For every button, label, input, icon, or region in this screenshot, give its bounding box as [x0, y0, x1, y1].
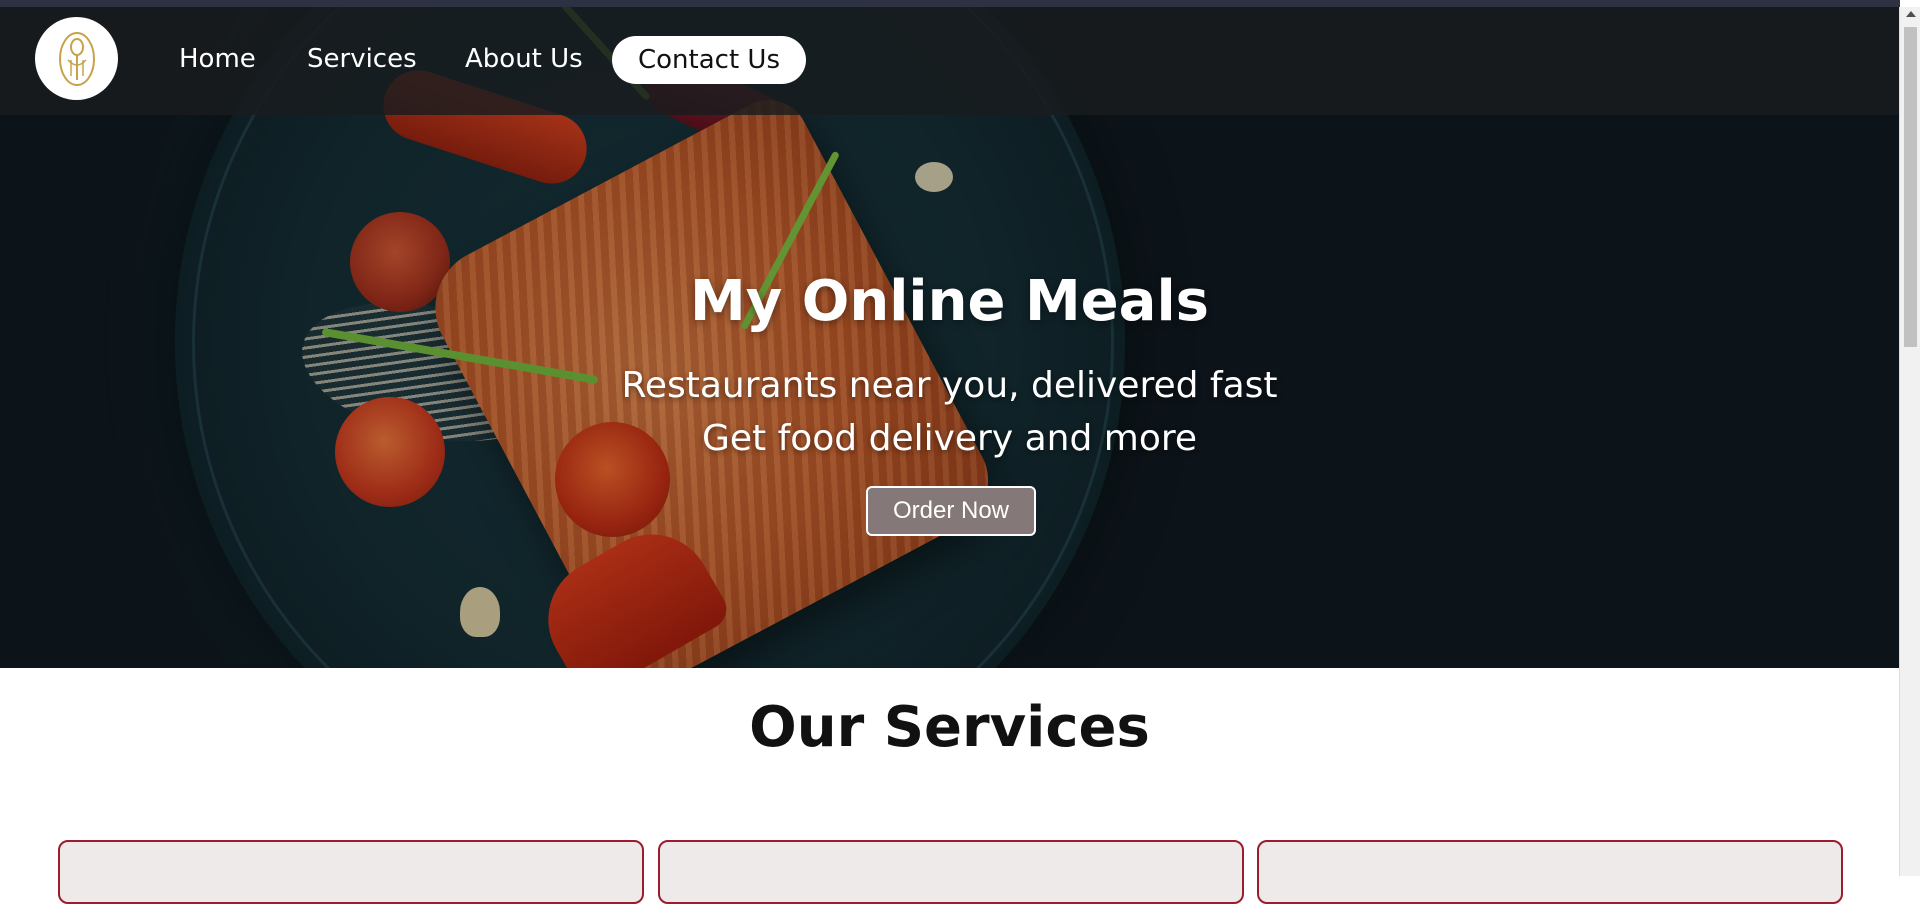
window-top-strip — [0, 0, 1900, 7]
vertical-scrollbar[interactable] — [1899, 7, 1920, 876]
nav-services[interactable]: Services — [307, 39, 417, 79]
hero-title: My Online Meals — [690, 269, 1209, 334]
hero-subtitle: Get food delivery and more — [701, 418, 1198, 459]
service-card[interactable] — [1257, 840, 1843, 904]
nav-about-us[interactable]: About Us — [465, 39, 583, 79]
nav-contact-us-button[interactable]: Contact Us — [612, 36, 806, 84]
hero-subtitle: Restaurants near you, delivered fast — [621, 365, 1278, 406]
scroll-up-arrow-icon[interactable] — [1906, 11, 1916, 17]
scrollbar-thumb[interactable] — [1904, 27, 1917, 347]
services-heading: Our Services — [749, 695, 1150, 760]
nav-home[interactable]: Home — [179, 39, 256, 79]
logo[interactable] — [35, 17, 118, 100]
site-header: Home Services About Us Contact Us — [0, 7, 1899, 115]
fork-spoon-logo-icon — [58, 31, 95, 86]
service-card[interactable] — [658, 840, 1244, 904]
service-card[interactable] — [58, 840, 644, 904]
order-now-button[interactable]: Order Now — [866, 486, 1036, 536]
